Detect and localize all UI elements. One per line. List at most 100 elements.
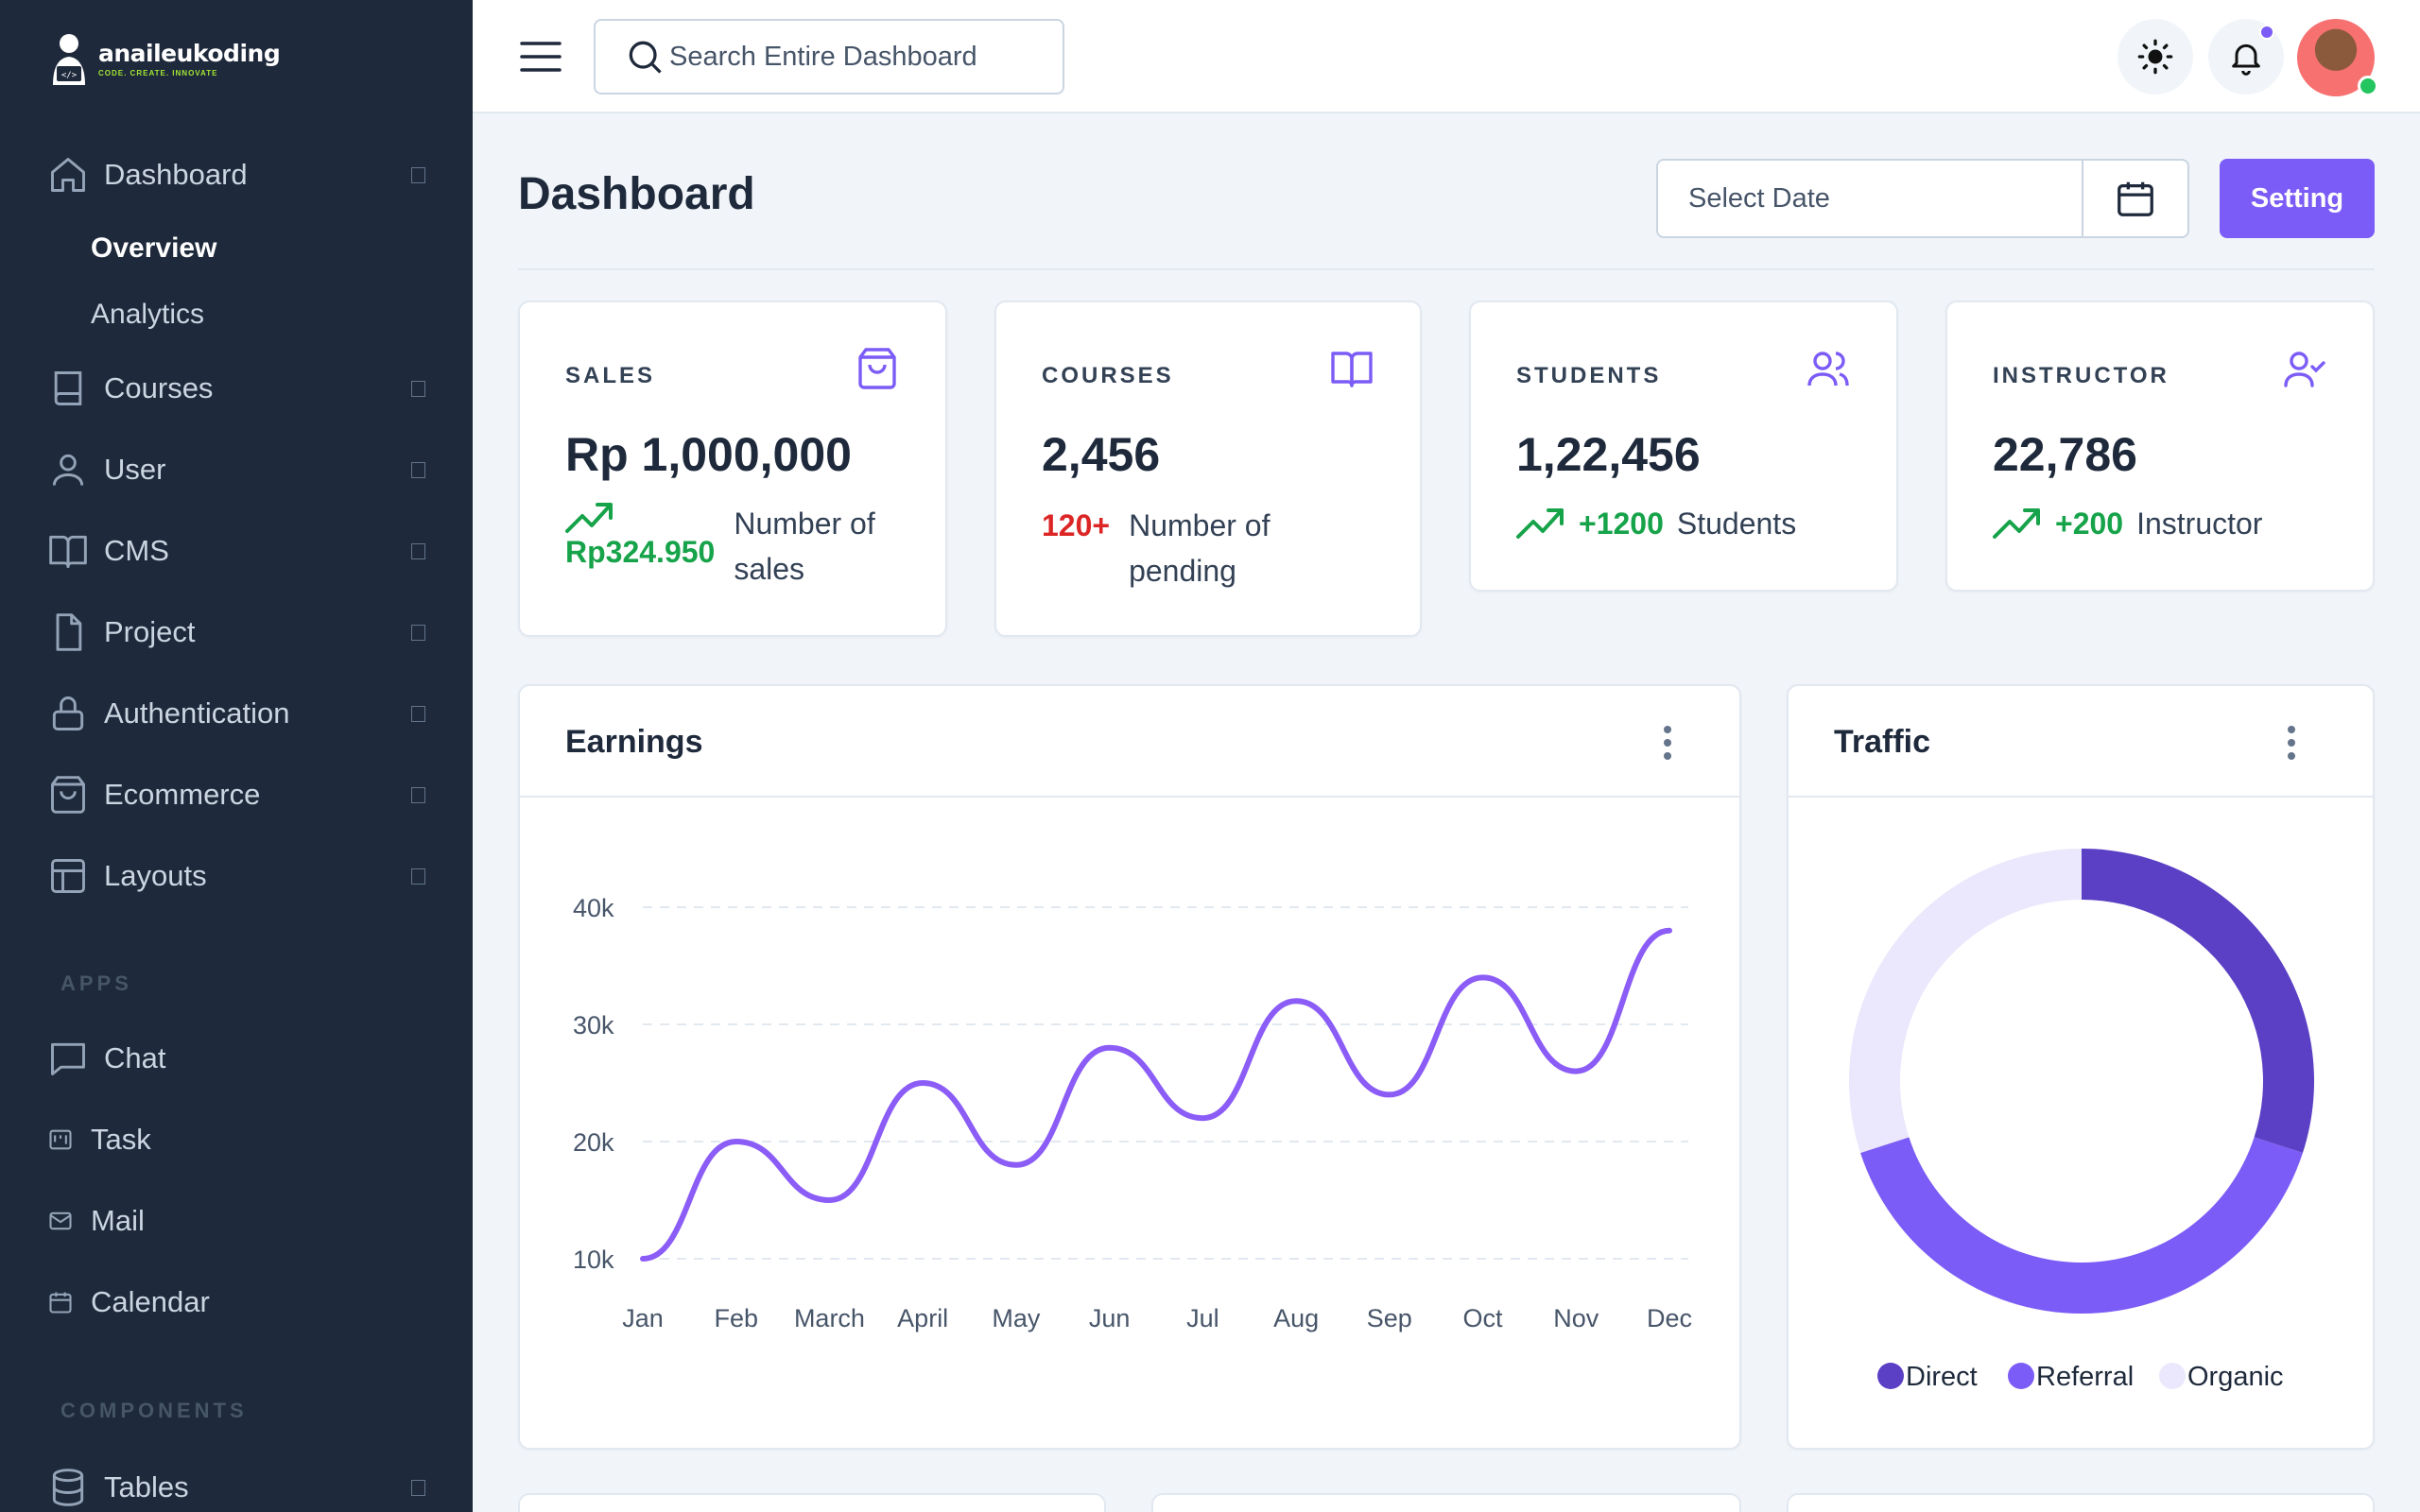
y-tick-label: 20k — [573, 1128, 614, 1157]
sidebar-item-label: User — [104, 453, 166, 486]
sidebar-item-project[interactable]: Project — [47, 609, 425, 656]
search-input[interactable] — [669, 41, 1028, 73]
x-tick-label: May — [992, 1304, 1041, 1332]
file-icon — [47, 611, 89, 653]
sidebar-item-label: Mail — [91, 1204, 145, 1237]
hamburger-menu-icon[interactable] — [520, 38, 562, 76]
bottom-card — [518, 1493, 1106, 1512]
date-input[interactable] — [1658, 161, 2082, 236]
x-tick-label: March — [794, 1304, 865, 1332]
avatar[interactable] — [2297, 19, 2378, 96]
stat-value: 1,22,456 — [1516, 428, 1701, 481]
sidebar-item-calendar[interactable]: Calendar — [47, 1279, 425, 1326]
home-icon — [47, 154, 89, 196]
page-title: Dashboard — [518, 169, 755, 219]
sidebar-item-layouts[interactable]: Layouts — [47, 852, 425, 900]
expand-caret-icon[interactable] — [411, 167, 425, 183]
trending-up-icon — [565, 503, 613, 533]
stat-value: 2,456 — [1042, 428, 1161, 481]
open-book-icon — [1331, 352, 1373, 387]
card-title: Traffic — [1834, 724, 1931, 760]
expand-caret-icon[interactable] — [411, 868, 425, 885]
x-tick-label: Jul — [1186, 1304, 1219, 1332]
x-tick-label: April — [897, 1304, 948, 1332]
sidebar-item-ecommerce[interactable]: Ecommerce — [47, 771, 425, 818]
theme-toggle-button[interactable] — [2118, 19, 2193, 94]
sidebar-subitem-overview[interactable]: Overview — [91, 232, 216, 265]
bell-icon — [2232, 43, 2260, 76]
shopping-bag-icon — [47, 774, 89, 816]
sidebar-item-courses[interactable]: Courses — [47, 365, 425, 412]
sidebar: </> anaileukoding CODE. CREATE. INNOVATE… — [0, 0, 473, 1512]
stat-value: Rp 1,000,000 — [565, 428, 852, 481]
setting-button[interactable]: Setting — [2220, 159, 2375, 238]
stat-description: Instructor — [2136, 507, 2263, 541]
stat-delta: +1200 — [1579, 506, 1664, 541]
x-tick-label: Aug — [1273, 1304, 1319, 1332]
expand-caret-icon[interactable] — [411, 381, 425, 397]
top-bar — [473, 0, 2420, 113]
date-picker[interactable] — [1656, 159, 2189, 238]
search-box[interactable] — [594, 19, 1064, 94]
shopping-bag-icon — [858, 348, 896, 389]
stat-value: 22,786 — [1993, 428, 2137, 481]
sidebar-item-user[interactable]: User — [47, 446, 425, 493]
brand-name: anaileukoding — [98, 40, 281, 67]
expand-caret-icon[interactable] — [411, 625, 425, 641]
legend-label[interactable]: Direct — [1906, 1362, 1978, 1392]
user-icon — [47, 449, 89, 490]
user-check-icon — [2284, 352, 2325, 387]
earnings-chart: 10k 20k 30k 40k Jan Feb March April May Jun Jul Aug… — [573, 894, 1692, 1332]
more-vertical-icon[interactable] — [1662, 724, 1673, 762]
chat-icon — [47, 1038, 89, 1079]
expand-caret-icon[interactable] — [411, 462, 425, 478]
card-header: Earnings — [520, 686, 1739, 798]
sidebar-item-mail[interactable]: Mail — [47, 1197, 425, 1245]
legend-label[interactable]: Referral — [2036, 1362, 2134, 1392]
stat-label: INSTRUCTOR — [1993, 363, 2169, 388]
expand-caret-icon[interactable] — [411, 543, 425, 559]
sidebar-item-task[interactable]: Task — [47, 1116, 425, 1163]
expand-caret-icon[interactable] — [411, 787, 425, 803]
brand-logo[interactable]: </> anaileukoding CODE. CREATE. INNOVATE — [47, 30, 281, 87]
stat-description: Students — [1676, 507, 1797, 541]
traffic-card: Traffic Direct Referral Organic — [1787, 684, 2375, 1450]
mail-icon — [47, 1200, 74, 1242]
sidebar-item-label: CMS — [104, 534, 169, 567]
trending-up-icon — [1993, 508, 2040, 539]
pie-slice-organic — [1849, 849, 2082, 1154]
sidebar-item-chat[interactable]: Chat — [47, 1035, 425, 1082]
notification-button[interactable] — [2208, 19, 2284, 94]
legend-swatch — [1877, 1363, 1904, 1389]
database-icon — [47, 1467, 89, 1508]
sidebar-item-cms[interactable]: CMS — [47, 527, 425, 575]
sidebar-subitem-analytics[interactable]: Analytics — [91, 299, 204, 331]
stat-description: Number of sales — [734, 507, 875, 586]
sidebar-item-label: Task — [91, 1123, 151, 1156]
stat-card-sales: SALES Rp 1,000,000 Rp324.950 Number of s… — [518, 301, 947, 637]
card-header: Traffic — [1789, 686, 2373, 798]
stat-description: Number of pending — [1129, 508, 1270, 588]
y-tick-label: 10k — [573, 1246, 614, 1274]
sidebar-item-label: Dashboard — [104, 158, 248, 191]
date-picker-button[interactable] — [2082, 161, 2187, 236]
sidebar-item-dashboard[interactable]: Dashboard — [47, 151, 425, 198]
sidebar-item-label: Tables — [104, 1470, 189, 1503]
x-tick-label: Nov — [1553, 1304, 1599, 1332]
logo-icon: </> — [53, 34, 85, 85]
section-label-components: COMPONENTS — [60, 1399, 248, 1422]
y-tick-label: 40k — [573, 894, 614, 922]
more-vertical-icon[interactable] — [2286, 724, 2297, 762]
search-icon — [629, 41, 662, 74]
expand-caret-icon[interactable] — [411, 706, 425, 722]
legend-label[interactable]: Organic — [2187, 1362, 2284, 1392]
card-title: Earnings — [565, 724, 703, 760]
sidebar-item-authentication[interactable]: Authentication — [47, 690, 425, 737]
sidebar-item-tables[interactable]: Tables — [47, 1464, 425, 1511]
stat-card-students: STUDENTS 1,22,456 +1200 Students — [1469, 301, 1898, 592]
trending-up-icon — [1516, 508, 1564, 539]
expand-caret-icon[interactable] — [411, 1480, 425, 1496]
x-tick-label: Dec — [1647, 1304, 1692, 1332]
stat-card-courses: COURSES 2,456 120+ Number of pending — [994, 301, 1422, 637]
divider — [518, 268, 2375, 270]
